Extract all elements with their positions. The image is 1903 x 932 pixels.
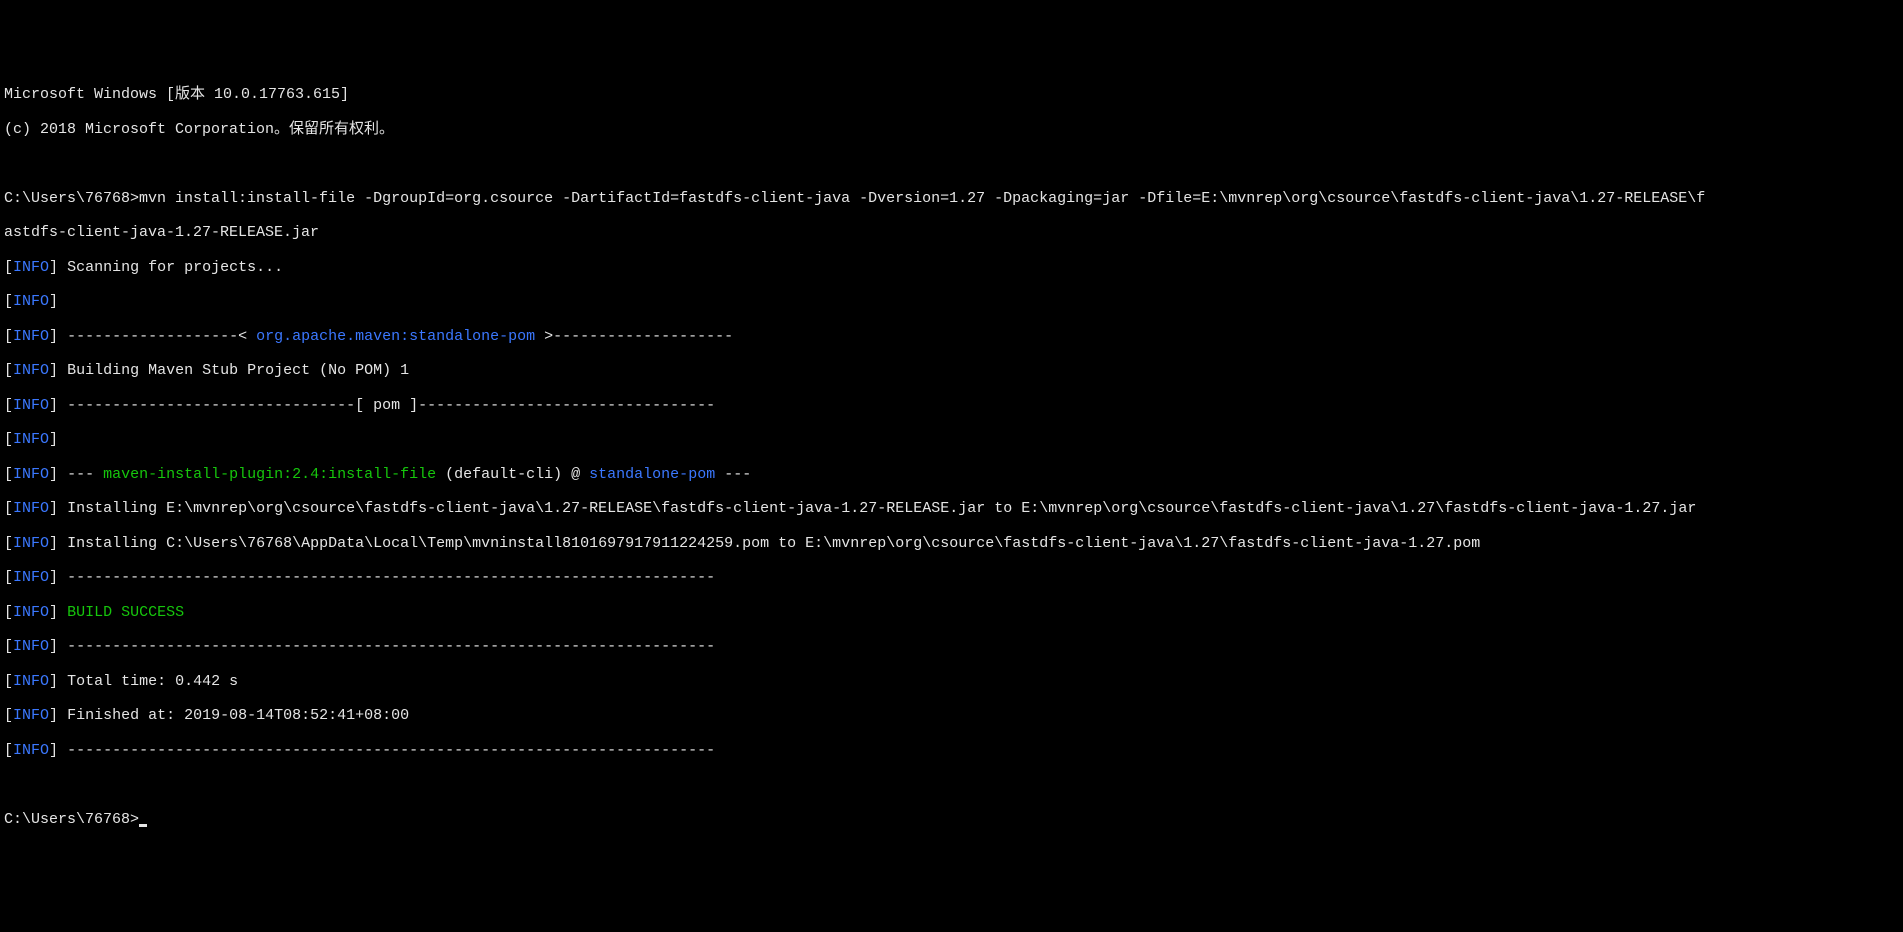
info-tag: INFO (13, 535, 49, 552)
info-tag: INFO (13, 673, 49, 690)
info-tag: INFO (13, 569, 49, 586)
log-text: --- (715, 466, 751, 483)
log-text: --------------------------------[ pom ]-… (67, 397, 715, 414)
info-tag: INFO (13, 362, 49, 379)
prompt-line[interactable]: C:\Users\76768> (4, 811, 1899, 828)
log-line: [INFO] ---------------------------------… (4, 569, 1899, 586)
build-success: BUILD SUCCESS (67, 604, 184, 621)
log-text: Total time: 0.442 s (67, 673, 238, 690)
info-tag: INFO (13, 638, 49, 655)
cursor-icon (139, 824, 147, 827)
info-tag: INFO (13, 466, 49, 483)
log-text: Installing C:\Users\76768\AppData\Local\… (67, 535, 1480, 552)
blank-line (4, 776, 1899, 793)
os-copyright-line: (c) 2018 Microsoft Corporation。保留所有权利。 (4, 121, 1899, 138)
log-text: Finished at: 2019-08-14T08:52:41+08:00 (67, 707, 409, 724)
info-tag: INFO (13, 742, 49, 759)
command-text-part1: mvn install:install-file -DgroupId=org.c… (139, 190, 1705, 207)
target-name: standalone-pom (589, 466, 715, 483)
terminal-window[interactable]: Microsoft Windows [版本 10.0.17763.615] (c… (0, 69, 1903, 845)
log-line: [INFO] Building Maven Stub Project (No P… (4, 362, 1899, 379)
log-line: [INFO] ---------------------------------… (4, 638, 1899, 655)
info-tag: INFO (13, 293, 49, 310)
info-tag: INFO (13, 500, 49, 517)
log-line: [INFO] (4, 431, 1899, 448)
log-line: [INFO] Installing E:\mvnrep\org\csource\… (4, 500, 1899, 517)
log-line: [INFO] BUILD SUCCESS (4, 604, 1899, 621)
info-tag: INFO (13, 259, 49, 276)
log-text: (default-cli) @ (436, 466, 589, 483)
log-text: -------------------< (67, 328, 256, 345)
log-text: --- (67, 466, 103, 483)
command-line-2: astdfs-client-java-1.27-RELEASE.jar (4, 224, 1899, 241)
log-line: [INFO] Total time: 0.442 s (4, 673, 1899, 690)
artifact-name: org.apache.maven:standalone-pom (256, 328, 535, 345)
info-tag: INFO (13, 707, 49, 724)
log-text: ----------------------------------------… (67, 569, 715, 586)
log-line: [INFO] Installing C:\Users\76768\AppData… (4, 535, 1899, 552)
log-text: Installing E:\mvnrep\org\csource\fastdfs… (67, 500, 1696, 517)
log-text: Scanning for projects... (67, 259, 283, 276)
prompt-path: C:\Users\76768> (4, 811, 139, 828)
log-line: [INFO] (4, 293, 1899, 310)
plugin-name: maven-install-plugin:2.4:install-file (103, 466, 436, 483)
log-line: [INFO] -------------------< org.apache.m… (4, 328, 1899, 345)
prompt-path: C:\Users\76768> (4, 190, 139, 207)
log-text: >-------------------- (535, 328, 733, 345)
log-text: ----------------------------------------… (67, 638, 715, 655)
blank-line (4, 155, 1899, 172)
log-line: [INFO] Scanning for projects... (4, 259, 1899, 276)
log-line: [INFO] --------------------------------[… (4, 397, 1899, 414)
info-tag: INFO (13, 604, 49, 621)
log-text: Building Maven Stub Project (No POM) 1 (67, 362, 409, 379)
log-line: [INFO] ---------------------------------… (4, 742, 1899, 759)
command-line-1: C:\Users\76768>mvn install:install-file … (4, 190, 1899, 207)
info-tag: INFO (13, 397, 49, 414)
log-text: ----------------------------------------… (67, 742, 715, 759)
info-tag: INFO (13, 328, 49, 345)
os-header-line: Microsoft Windows [版本 10.0.17763.615] (4, 86, 1899, 103)
log-line: [INFO] --- maven-install-plugin:2.4:inst… (4, 466, 1899, 483)
log-line: [INFO] Finished at: 2019-08-14T08:52:41+… (4, 707, 1899, 724)
info-tag: INFO (13, 431, 49, 448)
